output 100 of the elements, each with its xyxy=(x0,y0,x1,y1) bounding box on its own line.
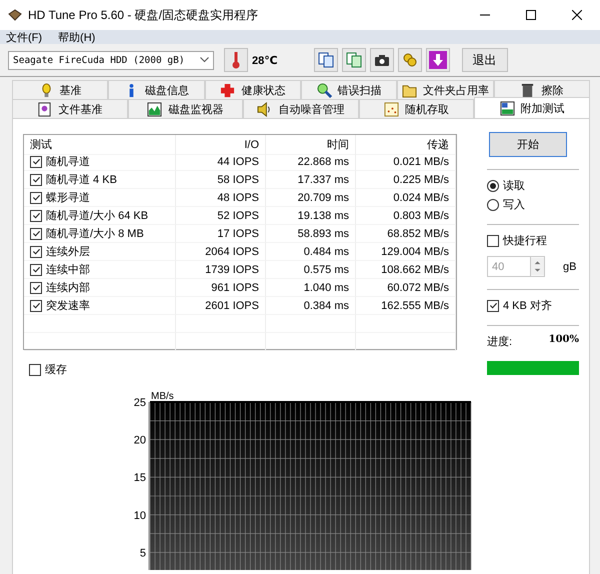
checkbox[interactable] xyxy=(30,210,42,222)
table-cell: 2601 IOPS xyxy=(176,297,266,315)
tab[interactable]: 磁盘监视器 xyxy=(128,99,244,118)
table-cell: 48 IOPS xyxy=(176,189,266,207)
scatter-chart-icon xyxy=(384,102,400,116)
column-header[interactable]: 传递 xyxy=(356,135,456,155)
table-cell: 162.555 MB/s xyxy=(356,297,456,315)
search-icon xyxy=(316,82,332,98)
menu-item[interactable]: 帮助(H) xyxy=(58,30,96,44)
tab[interactable]: 健康状态 xyxy=(204,80,301,99)
checkbox[interactable] xyxy=(29,364,41,376)
axis-tick-label: 20 xyxy=(134,434,146,447)
table-cell: 0.484 ms xyxy=(266,243,356,261)
maximize-icon[interactable] xyxy=(526,10,536,20)
axis-tick-label: 10 xyxy=(134,510,146,522)
tab[interactable]: 文件基准 xyxy=(12,99,128,118)
tab[interactable]: 随机存取 xyxy=(358,99,474,118)
save-button[interactable] xyxy=(426,48,450,72)
axis-title: MB/s xyxy=(151,391,174,402)
speaker-icon xyxy=(257,102,272,116)
tab[interactable]: 基准 xyxy=(12,80,108,99)
checkbox[interactable] xyxy=(30,300,42,312)
table-cell: 52 IOPS xyxy=(176,207,266,225)
test-name: 随机寻道/大小 64 KB xyxy=(46,209,148,223)
unit-label: gB xyxy=(563,260,576,272)
progress-value: 100% xyxy=(548,334,579,347)
table-cell: 20.709 ms xyxy=(266,189,356,207)
test-name: 随机寻道 xyxy=(46,155,90,169)
close-icon[interactable] xyxy=(572,10,582,20)
copy-button[interactable] xyxy=(314,48,338,72)
window-title: HD Tune Pro 5.60 - 硬盘/固态硬盘实用程序 xyxy=(28,6,260,24)
start-button[interactable]: 开始 xyxy=(489,132,567,157)
table-cell: 129.004 MB/s xyxy=(356,243,456,261)
test-name: 随机寻道 4 KB xyxy=(46,173,117,187)
checkbox[interactable] xyxy=(487,300,499,312)
table-cell: 108.662 MB/s xyxy=(356,261,456,279)
tab[interactable]: 自动噪音管理 xyxy=(243,99,359,118)
table-cell: 0.803 MB/s xyxy=(356,207,456,225)
coins-icon xyxy=(402,52,418,68)
column-header[interactable]: 测试 xyxy=(24,135,176,155)
tab[interactable]: 文件夹占用率 xyxy=(397,80,494,99)
table-cell: 22.868 ms xyxy=(266,153,356,171)
tab[interactable]: 错误扫描 xyxy=(300,80,398,99)
axis-tick-label: 15 xyxy=(134,472,146,484)
copy-button[interactable] xyxy=(342,48,366,72)
checkbox-label: 快捷行程 xyxy=(503,234,547,248)
table-cell: 68.852 MB/s xyxy=(356,225,456,243)
table-cell: 0.575 ms xyxy=(266,261,356,279)
test-name: 蝶形寻道 xyxy=(46,191,90,205)
table-cell: 58.893 ms xyxy=(266,225,356,243)
checkbox[interactable] xyxy=(30,156,42,168)
screenshot-button[interactable] xyxy=(370,48,394,72)
checkbox-label: 4 KB 对齐 xyxy=(503,298,552,313)
tab[interactable]: 磁盘信息 xyxy=(108,80,205,99)
column-header[interactable]: I/O xyxy=(176,135,266,155)
checkbox[interactable] xyxy=(30,282,42,294)
radio-label: 写入 xyxy=(503,198,525,212)
plus-icon xyxy=(220,82,236,98)
table-cell: 1739 IOPS xyxy=(176,261,266,279)
axis-tick-label: 5 xyxy=(140,547,146,560)
camera-icon xyxy=(374,53,390,67)
table-cell: 60.072 MB/s xyxy=(356,279,456,297)
menu-item[interactable]: 文件(F) xyxy=(6,30,42,44)
table-cell: 44 IOPS xyxy=(176,153,266,171)
table-cell: 1.040 ms xyxy=(266,279,356,297)
table-cell: 17 IOPS xyxy=(176,225,266,243)
thermometer-icon xyxy=(232,51,240,69)
radio-button[interactable] xyxy=(487,198,499,210)
checkbox[interactable] xyxy=(30,192,42,204)
exit-button[interactable]: 退出 xyxy=(462,48,508,72)
table-cell: 58 IOPS xyxy=(176,171,266,189)
options-button[interactable] xyxy=(398,48,422,72)
spin-buttons-icon[interactable] xyxy=(531,256,545,277)
table-cell: 19.138 ms xyxy=(266,207,356,225)
checkbox[interactable] xyxy=(30,228,42,240)
test-name: 随机寻道/大小 8 MB xyxy=(46,227,144,241)
window-icon xyxy=(500,100,515,116)
checkbox[interactable] xyxy=(30,264,42,276)
table-cell: 0.384 ms xyxy=(266,297,356,315)
temperature-button[interactable] xyxy=(224,48,248,72)
copy-icon xyxy=(346,52,362,68)
checkbox[interactable] xyxy=(30,174,42,186)
drive-dropdown[interactable]: Seagate FireCuda HDD (2000 gB) xyxy=(8,50,214,70)
checkbox[interactable] xyxy=(30,246,42,258)
chevron-icon xyxy=(200,57,209,63)
checkbox-label: 缓存 xyxy=(45,363,67,377)
test-name: 连续内部 xyxy=(46,280,90,295)
tab[interactable]: 附加测试 xyxy=(474,97,590,118)
axis-tick-label: 25 xyxy=(134,397,146,409)
column-header[interactable]: 时间 xyxy=(266,135,356,155)
trash-icon xyxy=(520,82,536,98)
checkbox[interactable] xyxy=(487,234,499,246)
table-cell: 0.024 MB/s xyxy=(356,189,456,207)
table-cell: 2064 IOPS xyxy=(176,243,266,261)
test-name: 突发速率 xyxy=(46,298,90,313)
test-name: 连续外层 xyxy=(46,245,90,259)
radio-button[interactable] xyxy=(487,180,499,192)
test-name: 连续中部 xyxy=(46,262,90,277)
table-cell: 17.337 ms xyxy=(266,171,356,189)
table-cell: 0.021 MB/s xyxy=(356,153,456,171)
